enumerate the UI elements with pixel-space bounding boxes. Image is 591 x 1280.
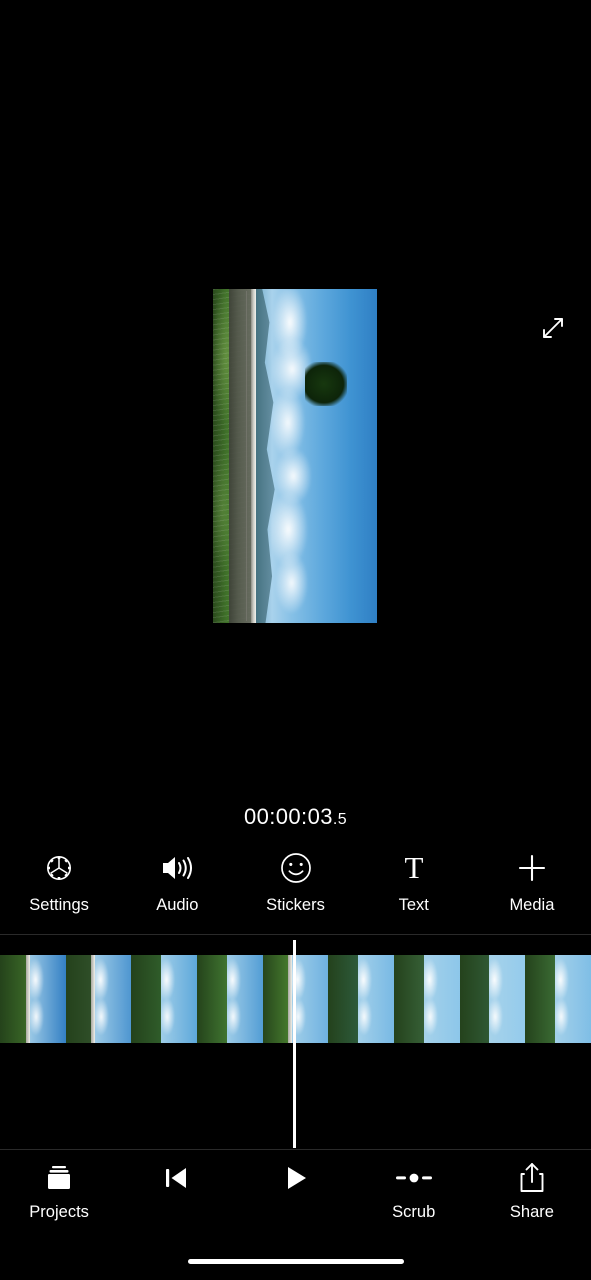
- clip-clouds: [92, 955, 110, 1043]
- scrub-slider-icon: [394, 1160, 434, 1196]
- toolbar-item-media[interactable]: Media: [473, 848, 591, 932]
- nav-item-skip-to-start[interactable]: [118, 1150, 236, 1240]
- clip-ground: [328, 955, 359, 1043]
- clip-thumbnail-image: [525, 955, 591, 1043]
- timeline-clip-thumbnail[interactable]: [328, 955, 394, 1043]
- clip-thumbnail-image: [393, 955, 460, 1043]
- toolbar-item-label: Audio: [156, 896, 199, 914]
- nav-item-projects[interactable]: Projects: [0, 1150, 118, 1240]
- clip-thumbnail-image: [459, 955, 526, 1043]
- home-indicator: [187, 1259, 404, 1264]
- nav-item-label: Projects: [29, 1203, 89, 1221]
- toolbar-item-stickers[interactable]: Stickers: [236, 848, 354, 932]
- timeline-clip-thumbnail[interactable]: [393, 955, 460, 1043]
- toolbar-item-label: Stickers: [266, 896, 325, 914]
- timeline-playhead[interactable]: [293, 940, 296, 1148]
- nav-item-play[interactable]: [236, 1150, 354, 1240]
- text-t-icon: T: [397, 848, 431, 888]
- clip-ground: [525, 955, 556, 1043]
- preview-guardrail: [250, 289, 256, 623]
- timeline-clip-thumbnail[interactable]: [196, 955, 263, 1043]
- plus-icon: [515, 848, 549, 888]
- preview-tree: [304, 362, 348, 406]
- preview-clouds: [268, 289, 312, 623]
- video-editor-screen: 00:00:03.5 Settings Audio Stickers T Tex…: [0, 0, 591, 1280]
- preview-stage: [0, 0, 591, 790]
- clip-thumbnail-image: [65, 955, 132, 1043]
- toolbar-item-label: Media: [509, 896, 555, 914]
- clip-thumbnail-image: [196, 955, 263, 1043]
- speaker-waves-icon: [159, 848, 195, 888]
- clip-ground: [196, 955, 227, 1043]
- nav-item-label: Scrub: [392, 1203, 436, 1221]
- toolbar-item-audio[interactable]: Audio: [118, 848, 236, 932]
- smiley-face-icon: [279, 848, 313, 888]
- video-preview-content: [213, 289, 377, 623]
- toolbar-item-label: Settings: [29, 896, 89, 914]
- timecode-fraction: .5: [332, 811, 347, 828]
- share-upload-icon: [516, 1160, 548, 1196]
- clip-thumbnail-image: [131, 955, 197, 1043]
- timeline[interactable]: [0, 936, 591, 1148]
- timeline-clip-thumbnail[interactable]: [0, 955, 66, 1043]
- clip-guardrail: [91, 955, 96, 1043]
- svg-text:T: T: [404, 851, 423, 885]
- timecode-display: 00:00:03.5: [0, 803, 591, 834]
- clip-clouds: [486, 955, 504, 1043]
- play-icon: [279, 1160, 313, 1196]
- nav-item-share[interactable]: Share: [473, 1150, 591, 1240]
- clip-ground: [393, 955, 424, 1043]
- toolbar-divider: [0, 934, 591, 935]
- clip-thumbnail-image: [0, 955, 66, 1043]
- clip-thumbnail-image: [328, 955, 394, 1043]
- toolbar-item-settings[interactable]: Settings: [0, 848, 118, 932]
- video-preview[interactable]: [213, 289, 377, 623]
- nav-item-scrub[interactable]: Scrub: [355, 1150, 473, 1240]
- gear-icon: [42, 848, 76, 888]
- timeline-clip-thumbnail[interactable]: [525, 955, 591, 1043]
- clip-ground: [459, 955, 490, 1043]
- timeline-clip-thumbnail[interactable]: [131, 955, 197, 1043]
- skip-to-start-icon: [160, 1160, 194, 1196]
- bottom-navigation: Projects Scrub Share: [0, 1150, 591, 1240]
- toolbar-item-text[interactable]: T Text: [355, 848, 473, 932]
- projects-stack-icon: [43, 1160, 75, 1196]
- expand-diagonal-icon[interactable]: [539, 314, 567, 342]
- edit-toolbar: Settings Audio Stickers T Text Media: [0, 848, 591, 932]
- timeline-clip-thumbnail[interactable]: [459, 955, 526, 1043]
- timecode-main: 00:00:03: [244, 804, 333, 829]
- preview-road: [229, 289, 251, 623]
- nav-item-label: Share: [509, 1203, 554, 1221]
- timeline-clip-thumbnail[interactable]: [65, 955, 132, 1043]
- clip-guardrail: [25, 955, 30, 1043]
- clip-guardrail: [288, 955, 293, 1043]
- clip-ground: [131, 955, 162, 1043]
- toolbar-item-label: Text: [398, 896, 429, 914]
